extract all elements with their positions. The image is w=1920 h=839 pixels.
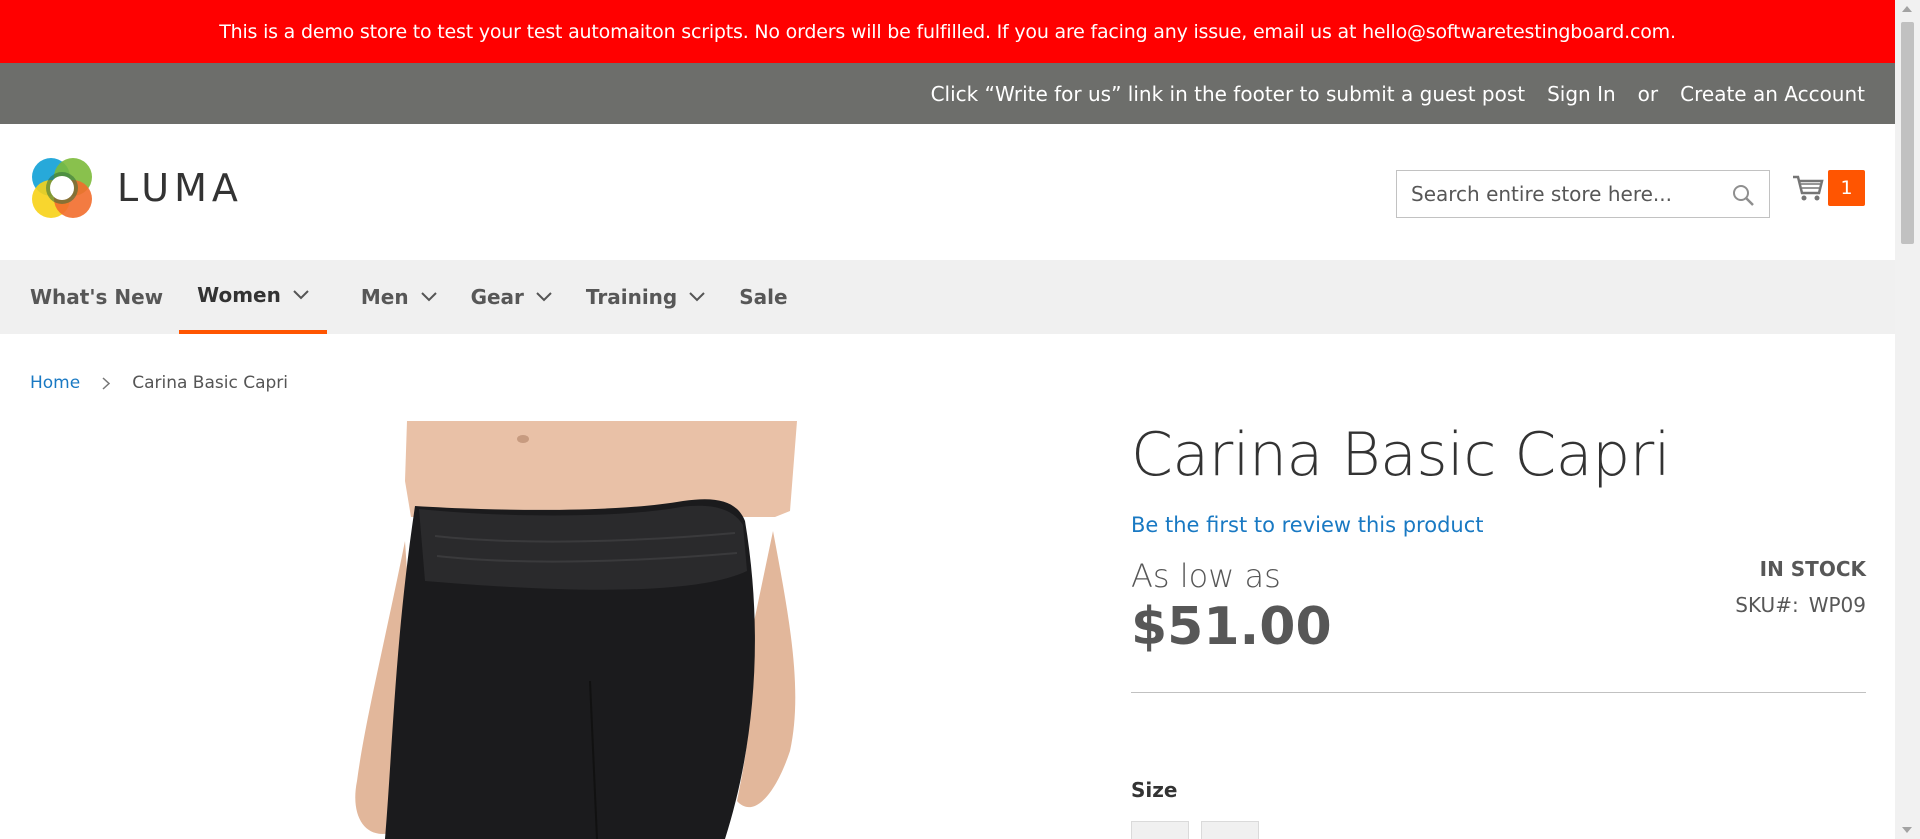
nav-item-label: What's New (30, 285, 164, 309)
stock-info: IN STOCK SKU#: WP09 (1735, 557, 1866, 617)
header-topbar: Click “Write for us” link in the footer … (0, 63, 1895, 124)
create-account-link[interactable]: Create an Account (1680, 82, 1865, 106)
page-scrollbar[interactable] (1895, 0, 1920, 839)
nav-item-label: Sale (739, 285, 788, 309)
product-image[interactable] (345, 421, 800, 839)
chevron-down-icon (536, 292, 552, 302)
nav-item-sale[interactable]: Sale (739, 260, 787, 334)
nav-item-whats-new[interactable]: What's New (30, 260, 163, 334)
chevron-right-icon (102, 376, 111, 390)
chevron-down-icon (689, 292, 705, 302)
add-review-link[interactable]: Be the first to review this product (1131, 513, 1866, 537)
size-swatch[interactable] (1131, 821, 1189, 839)
chevron-down-icon (420, 292, 437, 302)
shopping-cart-icon (1793, 175, 1824, 201)
guest-post-promo: Click “Write for us” link in the footer … (930, 81, 1526, 106)
logo-text: LUMA (117, 166, 243, 210)
site-header: LUMA 1 (0, 124, 1895, 260)
or-separator: or (1637, 81, 1659, 106)
scrollbar-thumb[interactable] (1901, 22, 1914, 244)
main-navigation: What's New Women Men Gear Training Sale (0, 260, 1895, 334)
sku-label: SKU#: (1735, 593, 1799, 617)
product-title: Carina Basic Capri (1131, 420, 1671, 490)
sign-in-link[interactable]: Sign In (1547, 82, 1616, 106)
search-icon[interactable] (1731, 183, 1755, 211)
nav-item-label: Men (360, 285, 409, 309)
price-divider (1131, 692, 1866, 693)
breadcrumb-current: Carina Basic Capri (132, 373, 289, 393)
scroll-down-arrow-icon[interactable] (1902, 827, 1912, 833)
nav-item-label: Gear (470, 285, 524, 309)
nav-item-label: Training (585, 285, 678, 309)
sku-value: WP09 (1808, 593, 1866, 617)
breadcrumb-home-link[interactable]: Home (30, 373, 80, 393)
nav-item-gear[interactable]: Gear (471, 260, 552, 334)
cart-count-badge: 1 (1828, 170, 1865, 206)
product-price-box: As low as $51.00 IN STOCK SKU#: WP09 (1131, 557, 1866, 657)
search-box (1396, 170, 1770, 218)
luma-logo-icon (32, 158, 92, 218)
nav-item-label: Women (197, 283, 281, 307)
product-info-main: Carina Basic Capri Be the first to revie… (1131, 418, 1866, 657)
minicart[interactable]: 1 (1791, 170, 1865, 206)
size-swatch[interactable] (1201, 821, 1259, 839)
chevron-down-icon (293, 290, 309, 300)
product-sku: SKU#: WP09 (1735, 593, 1866, 617)
demo-banner-text: This is a demo store to test your test a… (219, 20, 1676, 43)
product-photo (345, 421, 800, 839)
store-logo[interactable]: LUMA (29, 155, 243, 221)
nav-item-training[interactable]: Training (586, 260, 705, 334)
search-input[interactable] (1411, 182, 1731, 206)
nav-item-women[interactable]: Women (179, 260, 327, 334)
size-option-label: Size (1131, 778, 1178, 802)
demo-store-banner: This is a demo store to test your test a… (0, 0, 1895, 63)
breadcrumb: Home Carina Basic Capri (30, 373, 288, 393)
scroll-up-arrow-icon[interactable] (1902, 6, 1912, 12)
nav-item-men[interactable]: Men (361, 260, 437, 334)
stock-status: IN STOCK (1759, 557, 1866, 581)
